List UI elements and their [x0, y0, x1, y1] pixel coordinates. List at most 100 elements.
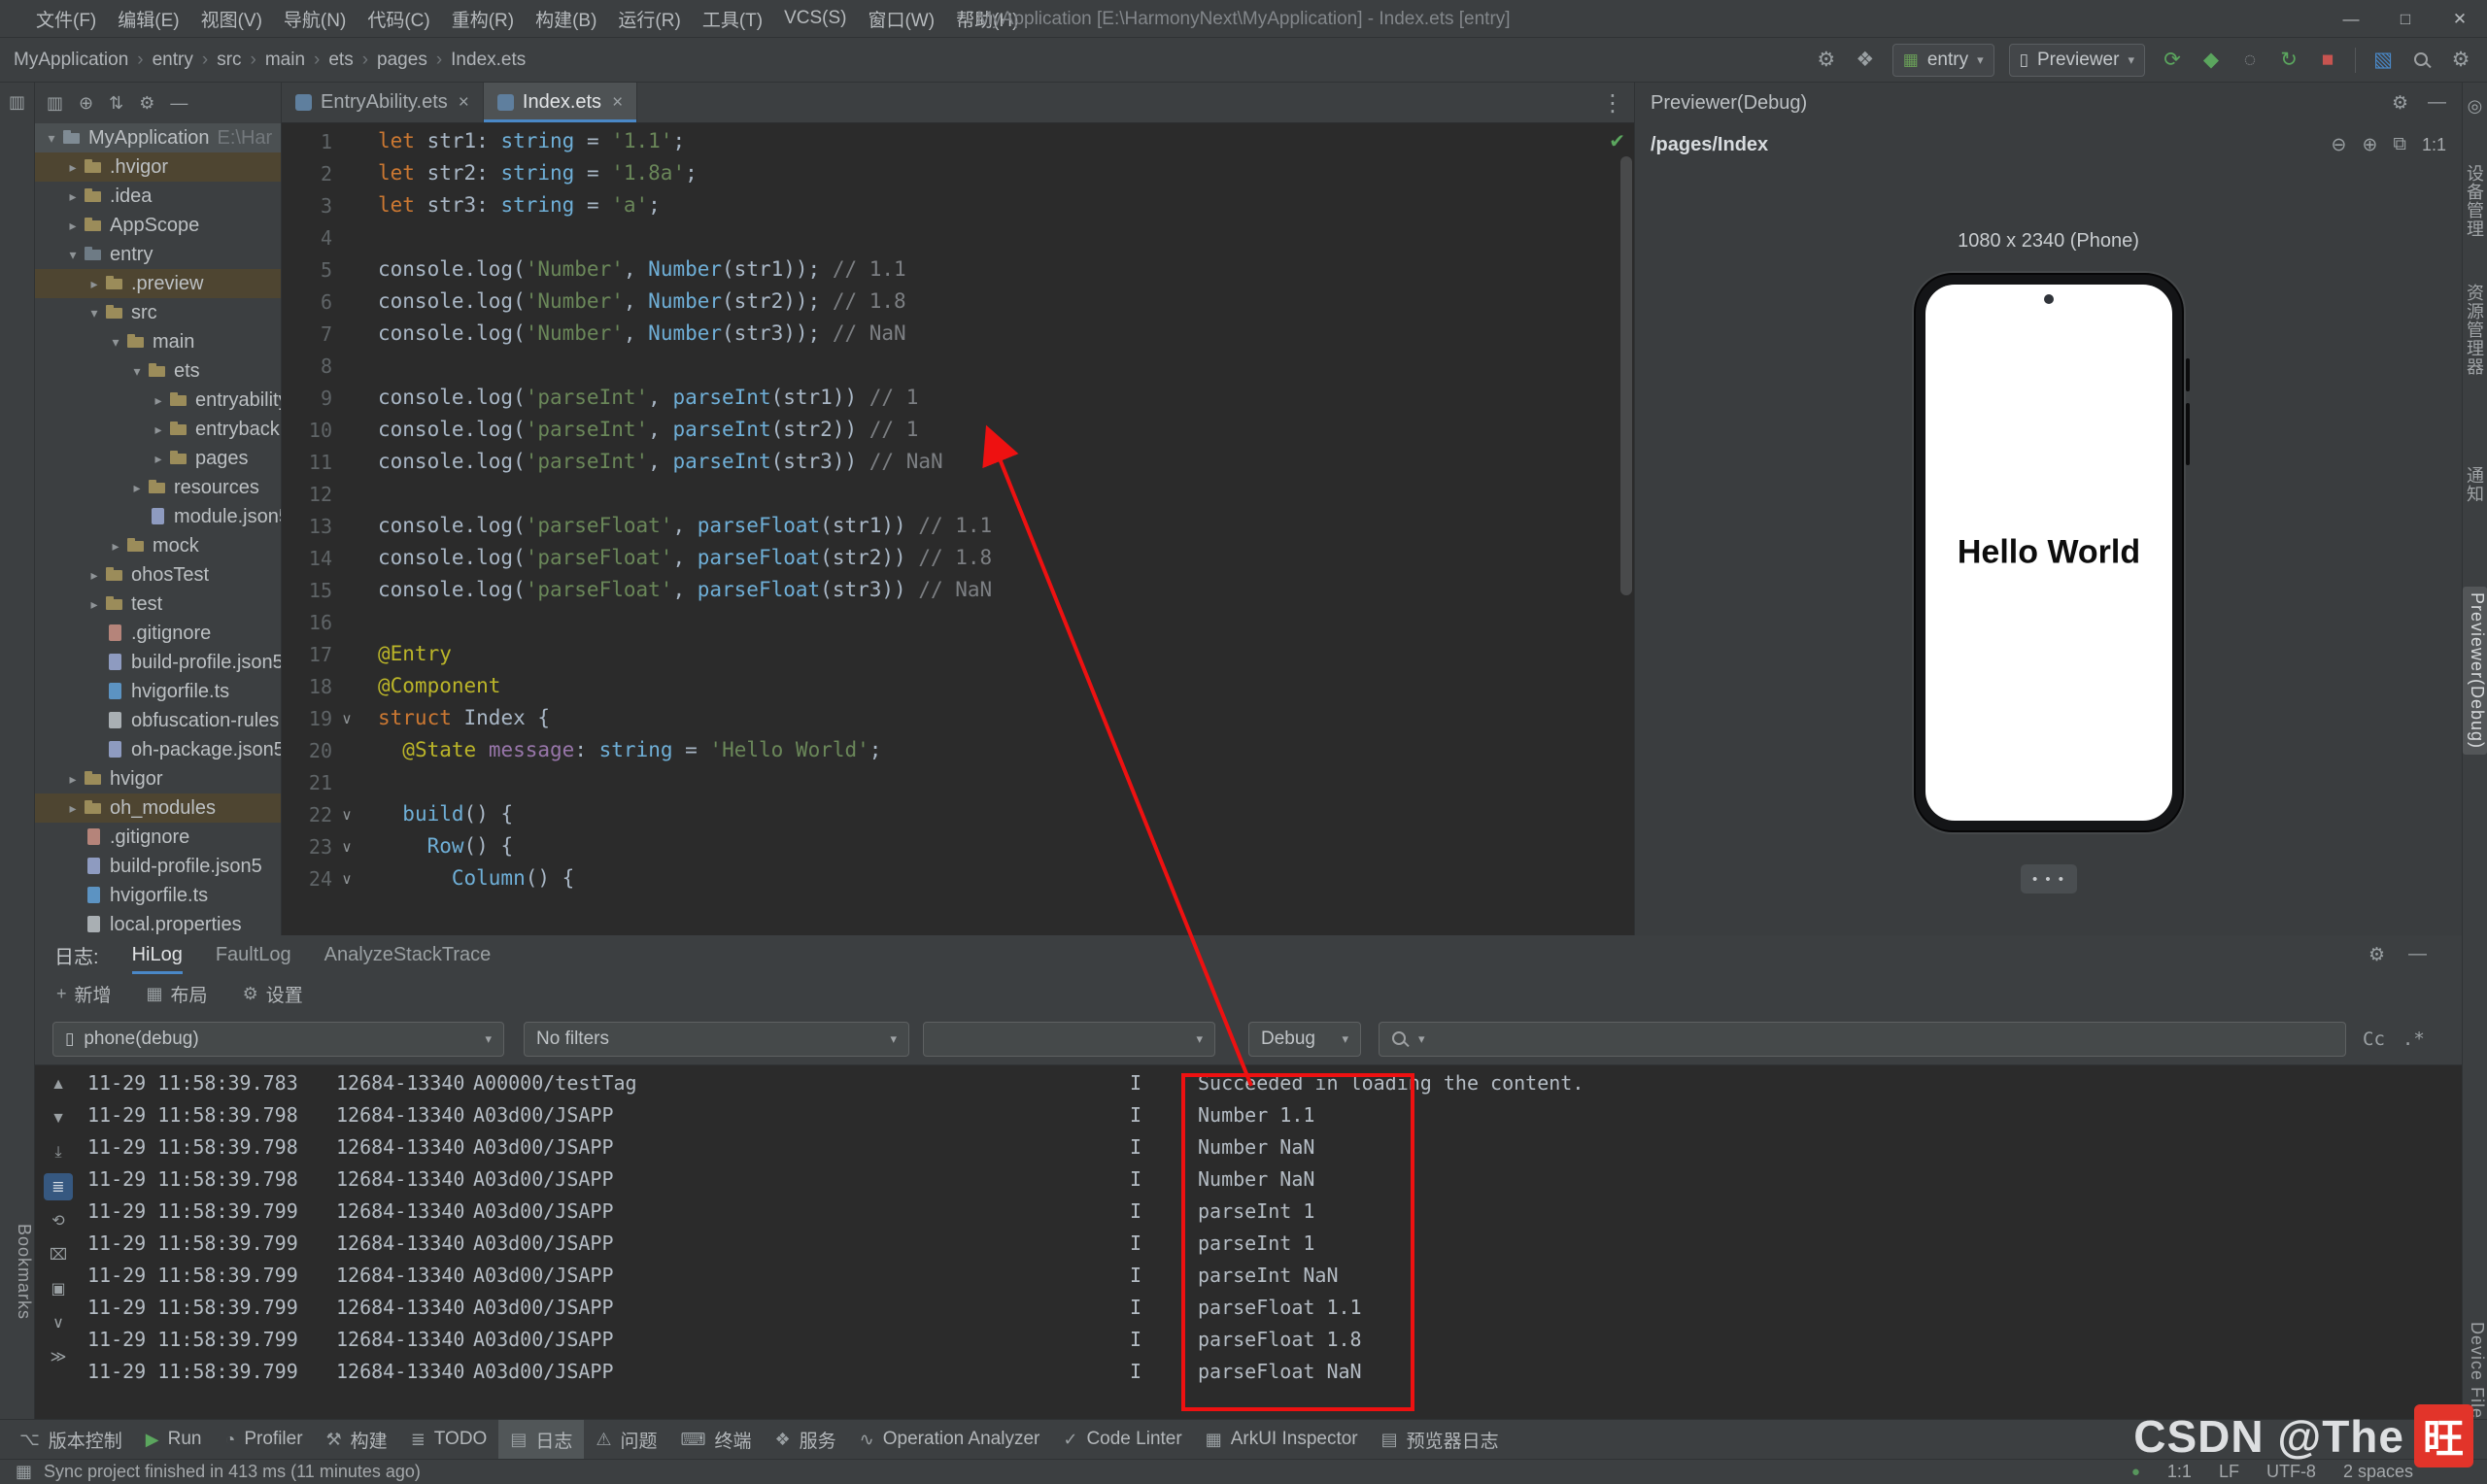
tree-chevron-icon[interactable]: ▾: [105, 334, 126, 351]
tree-item-local-properties[interactable]: local.properties: [35, 910, 281, 935]
panel-settings-icon[interactable]: ⚙: [139, 93, 154, 114]
tree-item-resources[interactable]: ▸resources: [35, 473, 281, 502]
menu-w[interactable]: 窗口(W): [857, 0, 945, 37]
breadcrumb-main[interactable]: main: [265, 50, 305, 71]
code-line[interactable]: console.log('parseInt', parseInt(str3)) …: [378, 446, 1617, 478]
tree-item-ets[interactable]: ▾ets: [35, 356, 281, 386]
expand-all-icon[interactable]: ⇅: [109, 93, 123, 114]
tree-chevron-icon[interactable]: ▾: [62, 247, 84, 263]
hide-previewer-icon[interactable]: —: [2428, 92, 2446, 114]
tree-chevron-icon[interactable]: ▸: [148, 422, 169, 438]
code-line[interactable]: let str2: string = '1.8a';: [378, 157, 1617, 189]
screenshot-icon[interactable]: ▣: [44, 1275, 73, 1302]
tree-chevron-icon[interactable]: ▸: [84, 276, 105, 292]
tree-item-test[interactable]: ▸test: [35, 590, 281, 619]
log-button[interactable]: ▤日志: [498, 1420, 584, 1460]
attach-debugger-icon[interactable]: ◌: [2237, 46, 2263, 75]
menu-b[interactable]: 构建(B): [525, 0, 607, 37]
layout-button[interactable]: ▦布局: [147, 981, 208, 1007]
menu-f[interactable]: 文件(F): [25, 0, 107, 37]
tree-item-module-json5[interactable]: module.json5: [35, 502, 281, 531]
previewer-more-button[interactable]: • • •: [2021, 864, 2077, 894]
run-button[interactable]: ▶Run: [134, 1420, 214, 1460]
paw-icon[interactable]: ❖: [1853, 46, 1878, 75]
tree-chevron-icon[interactable]: ▸: [148, 392, 169, 409]
tree-chevron-icon[interactable]: ▸: [84, 596, 105, 613]
tree-item-myapplication[interactable]: ▾MyApplicationE:\Har: [35, 123, 281, 152]
collapse-icon[interactable]: ∨: [44, 1309, 73, 1336]
close-tab-icon[interactable]: ×: [459, 92, 469, 114]
bookmarks-tab[interactable]: Bookmarks: [0, 1218, 34, 1326]
log-row[interactable]: 11-29 11:58:39.78312684-13340A00000/test…: [87, 1066, 2452, 1098]
zoom-out-icon[interactable]: ⊖: [2332, 134, 2347, 156]
right-strip-tab-item[interactable]: 设备管理: [2463, 158, 2487, 244]
services-button[interactable]: ❖服务: [764, 1420, 848, 1460]
search-everywhere-icon[interactable]: [2409, 46, 2435, 75]
tree-item-main[interactable]: ▾main: [35, 327, 281, 356]
log-level-dropdown[interactable]: Debug ▾: [1248, 1022, 1361, 1057]
previewer-log-button[interactable]: ▤预览器日志: [1370, 1420, 1511, 1460]
tab-options-icon[interactable]: ⋮: [1601, 83, 1624, 123]
right-strip-tab-previewer-debug[interactable]: Previewer(Debug): [2463, 587, 2487, 755]
settings-gear-icon[interactable]: ⚙: [2448, 46, 2473, 75]
tree-item-hvigorfile-ts[interactable]: hvigorfile.ts: [35, 677, 281, 706]
menu-n[interactable]: 导航(N): [273, 0, 357, 37]
tree-item-mock[interactable]: ▸mock: [35, 531, 281, 560]
tree-chevron-icon[interactable]: ▾: [41, 130, 62, 147]
code-line[interactable]: [378, 350, 1617, 382]
previewer-settings-icon[interactable]: ⚙: [2392, 92, 2408, 115]
breadcrumb-pages[interactable]: pages: [377, 50, 427, 71]
tree-item-gitignore[interactable]: .gitignore: [35, 619, 281, 648]
match-case-toggle[interactable]: Cc: [2363, 1029, 2385, 1050]
code-line[interactable]: let str1: string = '1.1';: [378, 125, 1617, 157]
code-line[interactable]: let str3: string = 'a';: [378, 189, 1617, 221]
search-options-icon[interactable]: ▾: [1418, 1031, 1425, 1047]
scroll-down-icon[interactable]: ▼: [44, 1105, 73, 1132]
tree-item-src[interactable]: ▾src: [35, 298, 281, 327]
editor-tab-index-ets[interactable]: Index.ets×: [484, 83, 637, 122]
fold-icon[interactable]: ∨: [332, 806, 361, 824]
menu-e[interactable]: 编辑(E): [107, 0, 189, 37]
log-row[interactable]: 11-29 11:58:39.79812684-13340A03d00/JSAP…: [87, 1098, 2452, 1130]
log-tab-analyzestacktrace[interactable]: AnalyzeStackTrace: [324, 935, 492, 974]
close-tab-icon[interactable]: ×: [612, 92, 623, 114]
sync-icon[interactable]: ⟳: [2160, 46, 2185, 75]
tree-item-idea[interactable]: ▸.idea: [35, 182, 281, 211]
regex-toggle[interactable]: .*: [2402, 1029, 2425, 1050]
code-line[interactable]: console.log('parseFloat', parseFloat(str…: [378, 542, 1617, 574]
tree-chevron-icon[interactable]: ▾: [84, 305, 105, 321]
code-line[interactable]: @State message: string = 'Hello World';: [378, 734, 1617, 766]
log-tab-faultlog[interactable]: FaultLog: [216, 935, 291, 974]
log-settings-button[interactable]: ⚙设置: [243, 981, 303, 1007]
code-linter-button[interactable]: ✓Code Linter: [1051, 1420, 1193, 1460]
version-control-button[interactable]: ⌥版本控制: [8, 1420, 134, 1460]
more-icons-icon[interactable]: ≫: [44, 1343, 73, 1370]
code-line[interactable]: console.log('Number', Number(str1)); // …: [378, 253, 1617, 286]
project-tool-icon[interactable]: ▥: [0, 92, 34, 113]
rerun-icon[interactable]: ↻: [2276, 46, 2301, 75]
add-filter-button[interactable]: +新增: [56, 981, 112, 1007]
code-line[interactable]: [378, 606, 1617, 638]
log-row[interactable]: 11-29 11:58:39.79912684-13340A03d00/JSAP…: [87, 1195, 2452, 1227]
device-filter-dropdown[interactable]: ▯ phone(debug) ▾: [52, 1022, 504, 1057]
code-line[interactable]: @Entry: [378, 638, 1617, 670]
problems-button[interactable]: ⚠问题: [584, 1420, 668, 1460]
tree-chevron-icon[interactable]: ▸: [62, 159, 84, 176]
terminal-button[interactable]: ⌨终端: [669, 1420, 764, 1460]
hide-log-icon[interactable]: —: [2408, 944, 2427, 966]
soft-wrap-icon[interactable]: ≣: [44, 1173, 73, 1200]
tree-chevron-icon[interactable]: ▸: [105, 538, 126, 555]
fold-icon[interactable]: ∨: [332, 710, 361, 727]
zoom-in-icon[interactable]: ⊕: [2362, 134, 2377, 156]
arkui-inspector-button[interactable]: ▦ArkUI Inspector: [1194, 1420, 1370, 1460]
locate-file-icon[interactable]: ⊕: [79, 93, 93, 114]
menu-c[interactable]: 代码(C): [357, 0, 440, 37]
tree-item-gitignore[interactable]: .gitignore: [35, 823, 281, 852]
menu-t[interactable]: 工具(T): [692, 0, 773, 37]
code-line[interactable]: build() {: [378, 798, 1617, 830]
fold-icon[interactable]: ∨: [332, 838, 361, 856]
log-filter-dropdown[interactable]: No filters ▾: [524, 1022, 909, 1057]
tag-filter-dropdown[interactable]: ▾: [923, 1022, 1215, 1057]
scroll-up-icon[interactable]: ▲: [44, 1071, 73, 1098]
code-line[interactable]: struct Index {: [378, 702, 1617, 734]
